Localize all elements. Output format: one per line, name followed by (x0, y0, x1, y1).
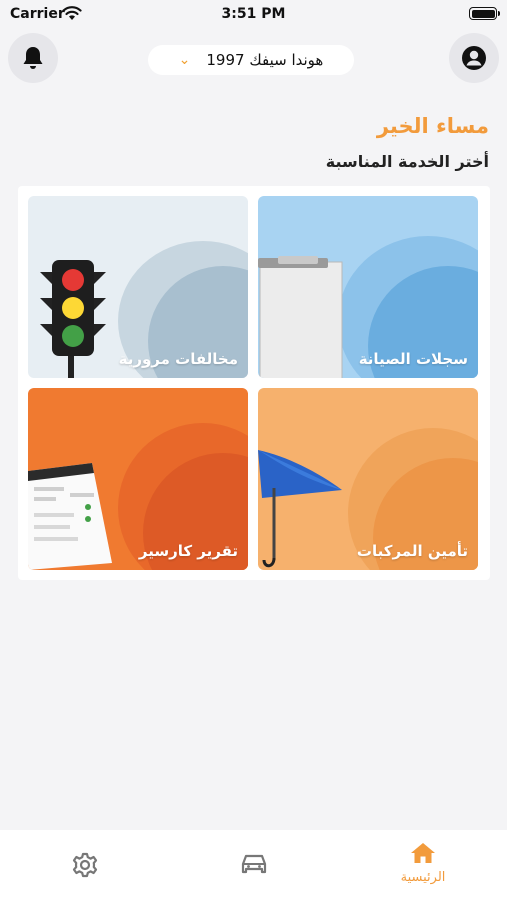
notifications-button[interactable] (8, 33, 58, 83)
profile-button[interactable] (449, 33, 499, 83)
report-document-icon (28, 463, 112, 570)
card-label: سجلات الصيانة (358, 350, 468, 368)
bell-icon (23, 47, 43, 69)
card-label: تقرير كارسير (138, 542, 238, 560)
traffic-light-icon (40, 260, 106, 378)
car-icon (241, 854, 267, 874)
tab-settings[interactable] (35, 842, 135, 882)
services-grid: سجلات الصيانة مخالفات مرورية تأمين المرك… (18, 186, 490, 580)
carseer-report-card[interactable]: تقرير كارسير (28, 388, 248, 570)
chevron-down-icon: ⌄ (178, 52, 191, 68)
home-icon (411, 843, 435, 863)
status-bar: Carrier 3:51 PM (0, 0, 507, 28)
battery-icon (469, 7, 500, 20)
card-label: تأمين المركبات (356, 542, 468, 560)
profile-icon (462, 46, 486, 70)
card-label: مخالفات مرورية (118, 350, 238, 368)
clipboard-icon (258, 256, 343, 378)
traffic-violations-card[interactable]: مخالفات مرورية (28, 196, 248, 378)
umbrella-icon (258, 450, 342, 568)
gear-icon (72, 852, 98, 878)
tab-home-label: الرئيسية (400, 870, 446, 885)
greeting: مساء الخير (376, 114, 489, 138)
vehicle-selector[interactable]: ⌄ هوندا سيفك 1997 (148, 45, 354, 75)
maintenance-records-card[interactable]: سجلات الصيانة (258, 196, 478, 378)
bottom-tab-bar: الرئيسية (0, 830, 507, 900)
vehicle-name: هوندا سيفك 1997 (206, 51, 324, 69)
vehicle-insurance-card[interactable]: تأمين المركبات (258, 388, 478, 570)
section-title: أختر الخدمة المناسبة (325, 152, 489, 171)
tab-vehicles[interactable] (204, 842, 304, 880)
tab-home[interactable]: الرئيسية (373, 842, 473, 885)
status-time: 3:51 PM (221, 6, 286, 22)
